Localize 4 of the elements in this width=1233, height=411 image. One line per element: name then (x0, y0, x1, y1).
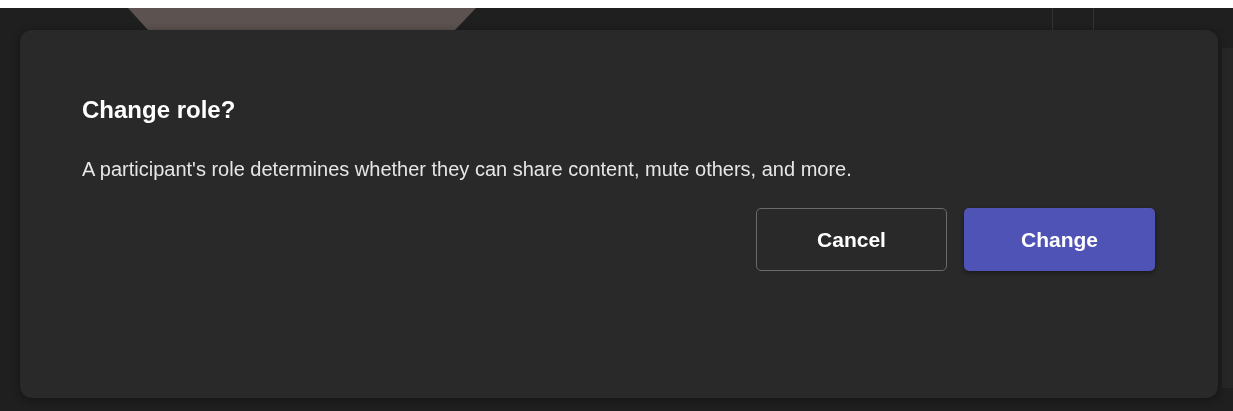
change-button[interactable]: Change (964, 208, 1155, 271)
dialog-message: A participant's role determines whether they can share content, mute others, and more. (82, 157, 853, 182)
dialog-title: Change role? (82, 95, 237, 125)
cancel-button[interactable]: Cancel (756, 208, 947, 271)
